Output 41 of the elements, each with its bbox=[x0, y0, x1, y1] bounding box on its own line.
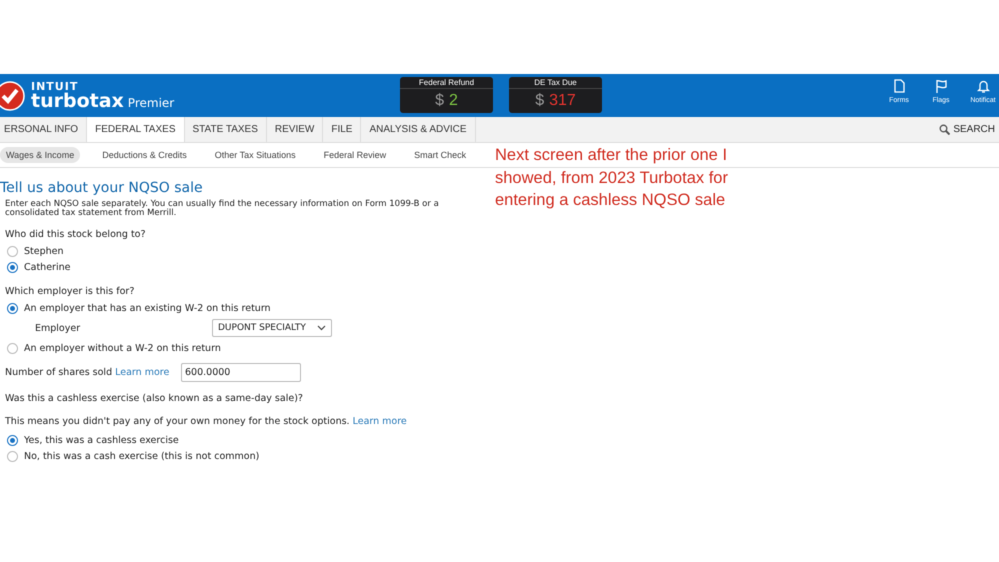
brand-name: INTUIT bbox=[31, 80, 80, 92]
help-text: This means you didn't pay any of your own money for the stock options. Learn more bbox=[5, 416, 408, 427]
radio-option[interactable]: Stephen bbox=[7, 243, 999, 259]
chevron-icon bbox=[317, 325, 326, 331]
document-icon bbox=[892, 79, 906, 93]
search-icon bbox=[939, 124, 950, 135]
learn-more-link[interactable]: Learn more bbox=[115, 367, 170, 378]
summary-label: DE Tax Due bbox=[509, 77, 602, 89]
question-text: Who did this stock belong to? bbox=[5, 229, 147, 240]
radio-option[interactable]: Yes, this was a cashless exercise bbox=[7, 432, 999, 448]
currency-symbol: $ bbox=[535, 91, 544, 111]
annotation-text: Next screen after the prior one I showed, from 2023 Turbotax for entering a cashless NQSO sale bbox=[495, 145, 729, 211]
summary-amount: 2 bbox=[449, 91, 458, 111]
radio-option[interactable]: No, this was a cash exercise (this is not common) bbox=[7, 448, 999, 464]
radio-option[interactable]: Catherine bbox=[7, 259, 999, 275]
summary-amount: 317 bbox=[549, 91, 576, 111]
section-tab[interactable]: Smart Check bbox=[408, 147, 472, 163]
shares-input[interactable]: 600.0000 bbox=[181, 363, 301, 382]
question-text: Which employer is this for? bbox=[5, 286, 136, 297]
section-tab[interactable]: Wages & Income bbox=[0, 147, 80, 163]
section-tab[interactable]: Other Tax Situations bbox=[208, 147, 302, 163]
bell-icon bbox=[976, 79, 990, 93]
radio-option[interactable]: An employer that has an existing W-2 on this return bbox=[7, 300, 999, 316]
field-label: Number of shares sold Learn more bbox=[5, 367, 170, 378]
edition-name: Premier bbox=[128, 96, 174, 108]
learn-more-link[interactable]: Learn more bbox=[352, 416, 407, 427]
field-label: Employer bbox=[35, 322, 82, 334]
nav-tab[interactable]: FEDERAL TAXES bbox=[87, 117, 184, 142]
section-tab[interactable]: Federal Review bbox=[318, 147, 392, 163]
page-title: Tell us about your NQSO sale bbox=[0, 180, 204, 196]
radio-option[interactable]: An employer without a W-2 on this return bbox=[7, 340, 999, 356]
currency-symbol: $ bbox=[435, 91, 444, 111]
question-text: Was this a cashless exercise (also known as a same-day sale)? bbox=[5, 393, 304, 404]
section-tab[interactable]: Deductions & Credits bbox=[96, 147, 193, 163]
intro-text: Enter each NQSO sale separately. You can usually find the necessary information on Form 1099-B or a consolidated tax statement from Merrill. bbox=[5, 200, 440, 218]
checkmark-logo-icon bbox=[0, 80, 25, 110]
search-button[interactable]: SEARCH bbox=[939, 117, 995, 142]
summary-label: Federal Refund bbox=[400, 77, 493, 89]
employer-dropdown[interactable]: DUPONT SPECIALTY bbox=[212, 319, 332, 337]
product-name: turbotax bbox=[31, 92, 124, 110]
flag-icon bbox=[934, 79, 948, 93]
